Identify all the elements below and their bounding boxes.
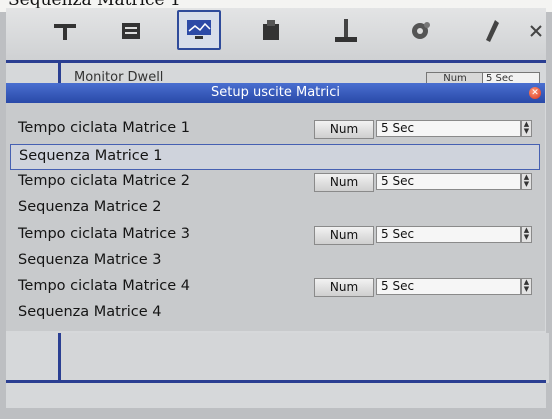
gear-icon[interactable] (401, 12, 439, 50)
row-sequenza-2[interactable]: Sequenza Matrice 2 (10, 196, 538, 220)
row-tempo-ciclata-1: Tempo ciclata Matrice 1 Num 5 Sec ▲ ▼ (10, 117, 538, 141)
row-label: Sequenza Matrice 4 (18, 304, 162, 320)
row-label: Tempo ciclata Matrice 1 (18, 120, 190, 136)
num-button[interactable]: Num (314, 226, 374, 245)
dialog-title: Setup uscite Matrici (211, 85, 340, 100)
value-field[interactable]: 5 Sec (376, 226, 521, 243)
spinner-icon[interactable]: ▲ ▼ (521, 278, 532, 295)
mold-icon[interactable] (46, 12, 84, 50)
spinner-icon[interactable]: ▲ ▼ (521, 120, 532, 137)
monitor-icon[interactable] (177, 10, 221, 50)
bottom-divider (6, 380, 546, 383)
close-x-icon[interactable] (526, 12, 546, 50)
row-tempo-ciclata-2: Tempo ciclata Matrice 2 Num 5 Sec ▲ ▼ (10, 170, 538, 194)
num-button[interactable]: Num (314, 278, 374, 297)
lower-panel (58, 333, 549, 383)
num-button[interactable]: Num (314, 120, 374, 139)
row-sequenza-1[interactable]: Sequenza Matrice 1 (10, 144, 540, 170)
row-sequenza-3[interactable]: Sequenza Matrice 3 (10, 249, 538, 273)
row-tempo-ciclata-4: Tempo ciclata Matrice 4 Num 5 Sec ▲ ▼ (10, 275, 538, 299)
dialog-titlebar: Setup uscite Matrici ✕ (6, 83, 545, 103)
toolbar-divider (6, 60, 546, 63)
spinner-icon[interactable]: ▲ ▼ (521, 173, 532, 190)
row-label: Sequenza Matrice 1 (19, 148, 163, 164)
spinner-icon[interactable]: ▲ ▼ (521, 226, 532, 243)
row-label: Sequenza Matrice 2 (18, 199, 162, 215)
row-label: Sequenza Matrice 3 (18, 252, 162, 268)
tool-icon[interactable] (474, 12, 512, 50)
injection-icon[interactable] (252, 12, 290, 50)
value-field[interactable]: 5 Sec (376, 278, 521, 295)
num-button[interactable]: Num (314, 173, 374, 192)
dialog-close-icon[interactable]: ✕ (529, 87, 541, 99)
press-icon[interactable] (327, 12, 365, 50)
row-tempo-ciclata-3: Tempo ciclata Matrice 3 Num 5 Sec ▲ ▼ (10, 223, 538, 247)
row-label: Tempo ciclata Matrice 3 (18, 226, 190, 242)
value-field[interactable]: 5 Sec (376, 120, 521, 137)
row-label: Tempo ciclata Matrice 4 (18, 278, 190, 294)
setup-dialog: Setup uscite Matrici ✕ Tempo ciclata Mat… (6, 83, 545, 331)
value-field[interactable]: 5 Sec (376, 173, 521, 190)
row-label: Tempo ciclata Matrice 2 (18, 173, 190, 189)
toolbar (6, 8, 546, 60)
row-sequenza-4[interactable]: Sequenza Matrice 4 (10, 301, 538, 325)
machine-icon[interactable] (112, 12, 150, 50)
